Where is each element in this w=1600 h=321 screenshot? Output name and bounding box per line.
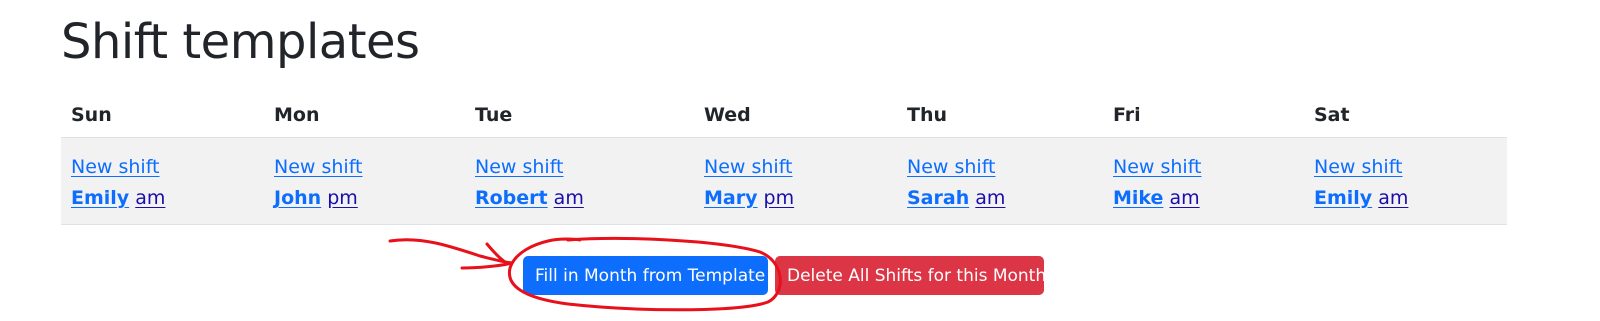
day-cell: New shift Sarah am xyxy=(897,137,1103,225)
shift-period-link[interactable]: am xyxy=(135,187,165,209)
action-buttons: Fill in Month from Template Delete All S… xyxy=(523,256,1046,295)
day-header: Sat xyxy=(1304,92,1507,138)
table-header-row: Sun Mon Tue Wed Thu Fri Sat xyxy=(61,92,1507,138)
day-header: Thu xyxy=(897,92,1103,138)
person-link[interactable]: Mary xyxy=(704,187,757,209)
day-header: Sun xyxy=(61,92,264,138)
shift-period-link[interactable]: am xyxy=(1169,187,1199,209)
new-shift-link[interactable]: New shift xyxy=(704,156,793,178)
person-link[interactable]: Mike xyxy=(1113,187,1163,209)
table-row: New shift Emily am New shift John pm New… xyxy=(61,137,1507,225)
shift-period-link[interactable]: am xyxy=(1378,187,1408,209)
person-link[interactable]: Sarah xyxy=(907,187,969,209)
new-shift-link[interactable]: New shift xyxy=(1113,156,1202,178)
person-link[interactable]: John xyxy=(274,187,321,209)
day-header: Tue xyxy=(465,92,694,138)
page-title: Shift templates xyxy=(61,14,420,70)
shift-templates-table: Sun Mon Tue Wed Thu Fri Sat New shift Em… xyxy=(61,92,1507,225)
person-link[interactable]: Robert xyxy=(475,187,548,209)
day-header: Fri xyxy=(1103,92,1304,138)
new-shift-link[interactable]: New shift xyxy=(71,156,160,178)
new-shift-link[interactable]: New shift xyxy=(475,156,564,178)
day-cell: New shift Mary pm xyxy=(694,137,897,225)
day-header: Mon xyxy=(264,92,465,138)
shift-period-link[interactable]: pm xyxy=(327,187,358,209)
person-link[interactable]: Emily xyxy=(71,187,129,209)
day-header: Wed xyxy=(694,92,897,138)
shift-period-link[interactable]: pm xyxy=(764,187,795,209)
person-link[interactable]: Emily xyxy=(1314,187,1372,209)
day-cell: New shift John pm xyxy=(264,137,465,225)
day-cell: New shift Mike am xyxy=(1103,137,1304,225)
new-shift-link[interactable]: New shift xyxy=(274,156,363,178)
new-shift-link[interactable]: New shift xyxy=(1314,156,1403,178)
delete-month-shifts-button[interactable]: Delete All Shifts for this Month xyxy=(775,256,1046,295)
day-cell: New shift Robert am xyxy=(465,137,694,225)
annotation-arrow-icon xyxy=(388,238,514,270)
shift-period-link[interactable]: am xyxy=(554,187,584,209)
fill-month-button[interactable]: Fill in Month from Template xyxy=(523,256,768,295)
day-cell: New shift Emily am xyxy=(1304,137,1507,225)
shift-period-link[interactable]: am xyxy=(975,187,1005,209)
day-cell: New shift Emily am xyxy=(61,137,264,225)
new-shift-link[interactable]: New shift xyxy=(907,156,996,178)
